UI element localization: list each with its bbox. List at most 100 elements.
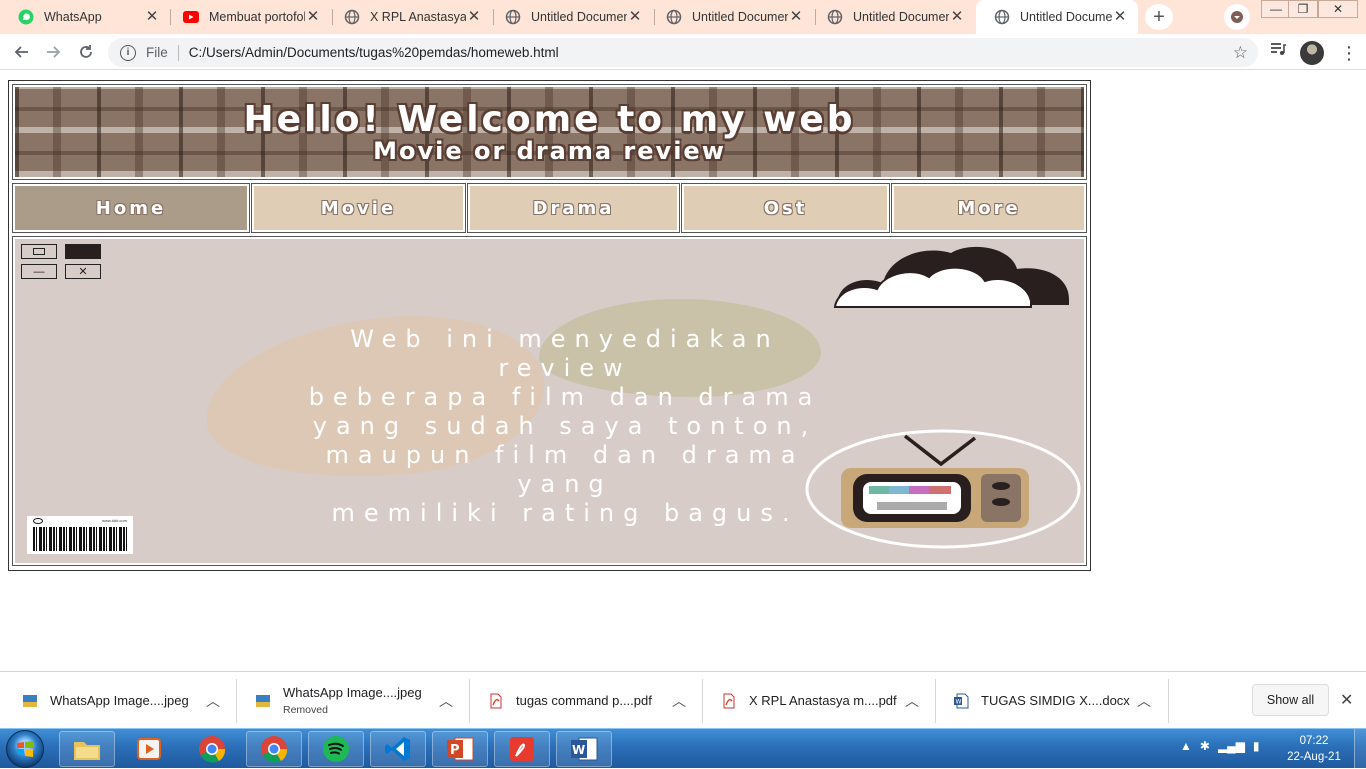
taskbar-clock[interactable]: 07:22 22-Aug-21 — [1283, 733, 1345, 765]
svg-text:P: P — [450, 743, 460, 758]
tab-untitled-2[interactable]: Untitled Documen ✕ — [648, 0, 814, 34]
chevron-up-icon[interactable]: ︿ — [672, 691, 686, 711]
new-tab-button[interactable]: + — [1145, 4, 1173, 30]
spotify-icon — [323, 736, 349, 762]
bluetooth-icon[interactable]: ✱ — [1200, 739, 1210, 753]
chrome-icon — [199, 736, 226, 763]
header-cell: Hello! Welcome to my web Movie or drama … — [12, 84, 1087, 180]
windows-logo-icon — [17, 741, 33, 757]
word-icon: W — [571, 737, 598, 761]
chevron-up-icon[interactable]: ︿ — [439, 691, 453, 711]
nav-more-button[interactable]: More — [894, 186, 1084, 230]
nav-ost-button[interactable]: Ost — [684, 186, 887, 230]
tray-overflow-icon[interactable]: ▲ — [1180, 739, 1192, 753]
start-button[interactable] — [6, 730, 44, 768]
back-button[interactable] — [10, 40, 34, 64]
shelf-divider — [1168, 679, 1169, 723]
tab-untitled-3[interactable]: Untitled Documen ✕ — [809, 0, 975, 34]
media-player-icon — [137, 738, 161, 760]
taskbar-powerpoint[interactable]: P — [432, 731, 488, 767]
close-window-button[interactable]: ✕ — [1318, 0, 1358, 18]
system-tray: ▲ ✱ ▂▄▆ ▮ — [1180, 739, 1260, 753]
restore-window-button[interactable]: ❐ — [1288, 0, 1318, 18]
nav-cell-drama: Drama — [467, 183, 680, 233]
image-file-icon — [23, 694, 37, 707]
chevron-up-icon[interactable]: ︿ — [1137, 691, 1151, 711]
file-scheme-label: File — [146, 45, 168, 60]
shelf-divider — [702, 679, 703, 723]
tab-untitled-1[interactable]: Untitled Documen ✕ — [487, 0, 653, 34]
chevron-up-icon[interactable]: ︿ — [905, 691, 919, 711]
tab-whatsapp[interactable]: WhatsApp ✕ — [0, 0, 170, 34]
media-control-icon[interactable] — [1270, 42, 1286, 61]
hero-panel: — ✕ Web ini menyediakan review beberapa … — [15, 239, 1084, 563]
download-item[interactable]: X RPL Anastasya m....pdf ︿ — [721, 672, 935, 729]
tab-title: Untitled Documen — [692, 10, 788, 24]
download-item[interactable]: tugas command p....pdf ︿ — [488, 672, 702, 729]
profile-avatar[interactable] — [1300, 41, 1324, 65]
tab-close-icon[interactable]: ✕ — [144, 9, 160, 25]
taskbar-chrome-active[interactable] — [246, 731, 302, 767]
tab-close-icon[interactable]: ✕ — [305, 9, 321, 25]
download-item[interactable]: W TUGAS SIMDIG X....docx ︿ — [953, 672, 1167, 729]
nav-cell-movie: Movie — [251, 183, 466, 233]
info-icon[interactable]: i — [120, 44, 136, 61]
svg-text:W: W — [572, 743, 585, 757]
folder-icon — [74, 742, 100, 760]
taskbar-acrobat[interactable] — [494, 731, 550, 767]
tab-untitled-active[interactable]: Untitled Documen ✕ — [976, 0, 1138, 34]
download-filename: TUGAS SIMDIG X....docx — [981, 693, 1130, 708]
arrow-right-icon — [47, 46, 61, 58]
chevron-up-icon[interactable]: ︿ — [206, 691, 220, 711]
tab-close-icon[interactable]: ✕ — [1112, 9, 1128, 25]
nav-movie-button[interactable]: Movie — [254, 186, 463, 230]
hero-line: memiliki rating bagus. — [331, 499, 799, 527]
whatsapp-icon — [18, 9, 34, 25]
tab-close-icon[interactable]: ✕ — [466, 9, 482, 25]
taskbar-word[interactable]: W — [556, 731, 612, 767]
tab-close-icon[interactable]: ✕ — [949, 9, 965, 25]
hero-line: Web ini menyediakan review — [350, 325, 780, 382]
site-layout-table: Hello! Welcome to my web Movie or drama … — [8, 80, 1091, 571]
shelf-divider — [236, 679, 237, 723]
tab-x-rpl[interactable]: X RPL Anastasya n ✕ — [326, 0, 492, 34]
pdf-file-icon — [490, 693, 502, 708]
nav-drama-button[interactable]: Drama — [470, 186, 677, 230]
image-file-icon — [256, 694, 270, 707]
show-desktop-button[interactable] — [1354, 729, 1366, 769]
taskbar-media-player[interactable] — [121, 731, 177, 767]
tab-youtube[interactable]: Membuat portofol ✕ — [165, 0, 331, 34]
globe-icon — [505, 9, 521, 25]
forward-button[interactable] — [41, 40, 65, 64]
pdf-file-icon — [723, 693, 735, 708]
nav-home-button[interactable]: Home — [15, 186, 247, 230]
hero-line: maupun film dan drama yang — [325, 441, 805, 498]
battery-icon[interactable]: ▮ — [1253, 739, 1260, 753]
tab-close-icon[interactable]: ✕ — [627, 9, 643, 25]
address-bar[interactable]: i File C:/Users/Admin/Documents/tugas%20… — [108, 38, 1258, 67]
taskbar-vscode[interactable] — [370, 731, 426, 767]
network-signal-icon[interactable]: ▂▄▆ — [1218, 739, 1245, 753]
url-text[interactable]: C:/Users/Admin/Documents/tugas%20pemdas/… — [189, 45, 559, 60]
download-item[interactable]: WhatsApp Image....jpeg Removed ︿ — [255, 672, 469, 729]
reload-icon — [80, 45, 92, 58]
barcode-sticker: www.###.com — [27, 516, 133, 554]
tab-search-button[interactable] — [1224, 4, 1250, 30]
download-item[interactable]: WhatsApp Image....jpeg ︿ — [22, 672, 236, 729]
taskbar-chrome[interactable] — [184, 731, 240, 767]
nav-cell-more: More — [891, 183, 1087, 233]
hero-description: Web ini menyediakan review beberapa film… — [285, 325, 845, 528]
page-viewport: Hello! Welcome to my web Movie or drama … — [0, 71, 1366, 671]
taskbar-file-explorer[interactable] — [59, 731, 115, 767]
menu-kebab-icon[interactable]: ⋮ — [1340, 42, 1358, 64]
tab-title: Untitled Documen — [1020, 10, 1112, 24]
taskbar-spotify[interactable] — [308, 731, 364, 767]
minimize-window-button[interactable]: — — [1261, 0, 1291, 18]
nav-cell-ost: Ost — [681, 183, 890, 233]
close-shelf-icon[interactable]: ✕ — [1340, 690, 1353, 710]
reload-button[interactable] — [74, 40, 98, 64]
bookmark-star-icon[interactable]: ☆ — [1233, 43, 1248, 63]
show-all-downloads-button[interactable]: Show all — [1252, 684, 1329, 716]
tab-close-icon[interactable]: ✕ — [788, 9, 804, 25]
window-box-icon — [21, 244, 57, 259]
